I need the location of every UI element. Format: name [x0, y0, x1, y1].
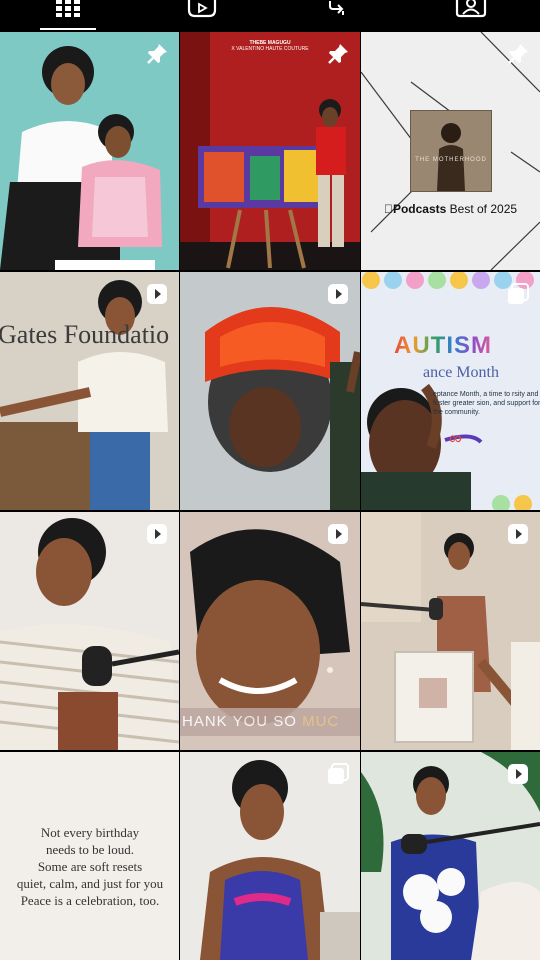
post-tile[interactable] — [361, 512, 540, 750]
pin-icon — [147, 44, 167, 64]
post-tile[interactable] — [361, 752, 540, 960]
wall-signage: Gates Foundatio — [0, 320, 170, 349]
quote-line: Not every birthday — [40, 825, 140, 840]
podcast-brand: Podcasts — [388, 202, 446, 216]
grid-icon — [56, 0, 80, 17]
reel-icon — [508, 524, 528, 544]
reels-icon — [187, 0, 217, 18]
post-tile[interactable]: HANK YOU SO MUC — [180, 512, 360, 750]
video-subtitle-bar: HANK YOU SO MUC — [180, 708, 360, 736]
photo-mother-daughter — [0, 32, 179, 270]
cover-portrait — [437, 123, 465, 191]
pin-icon — [508, 44, 528, 64]
tagged-user-icon — [455, 0, 487, 18]
photo-podcast-laugh — [0, 512, 179, 750]
subtitle-part: HANK YOU SO — [182, 713, 303, 730]
tab-reels[interactable] — [167, 0, 237, 32]
campaign-title-text: AUTISM — [394, 332, 492, 359]
subtitle-highlight: MUC — [302, 713, 340, 730]
photo-ski-goggles — [180, 272, 360, 510]
quote-line: Peace is a celebration, too. — [20, 893, 160, 908]
photo-art-easel — [180, 32, 360, 270]
tab-tagged[interactable] — [436, 0, 506, 32]
quote-line: Some are soft resets — [37, 859, 143, 874]
profile-tab-bar — [0, 0, 540, 32]
post-tile[interactable]: ∞ AUTISM ance Month eptance Month, a tim… — [361, 272, 540, 510]
podcast-cover-art: THE MOTHERHOOD — [410, 110, 492, 192]
reel-icon — [508, 764, 528, 784]
post-tile[interactable] — [0, 32, 179, 270]
tab-reposts[interactable] — [301, 0, 371, 32]
reel-icon — [147, 284, 167, 304]
active-tab-indicator — [40, 28, 96, 30]
caption-subtitle: X VALENTINO HAUTE COUTURE — [231, 46, 309, 52]
reel-icon — [328, 284, 348, 304]
pin-icon — [328, 44, 348, 64]
post-tile[interactable]: THE MOTHERHOOD Podcasts Best of 2025 — [361, 32, 540, 270]
post-tile[interactable] — [180, 272, 360, 510]
quote-line: needs to be loud. — [45, 842, 135, 857]
post-tile[interactable]: Gates Foundatio — [0, 272, 179, 510]
post-tile[interactable] — [0, 512, 179, 750]
photo-podcast-studio — [361, 512, 540, 750]
podcast-award-text: Best of 2025 — [445, 202, 517, 216]
reel-icon — [147, 524, 167, 544]
quote-line: quiet, calm, and just for you — [16, 876, 164, 891]
quote-text: Not every birthday needs to be loud. Som… — [0, 824, 179, 909]
video-subtitle: HANK YOU SO MUC — [180, 713, 360, 730]
post-tile[interactable]: Not every birthday needs to be loud. Som… — [0, 752, 179, 960]
post-tile[interactable] — [180, 752, 360, 960]
svg-text:∞: ∞ — [449, 428, 462, 448]
post-tile[interactable]: THEBE MAGUGU X VALENTINO HAUTE COUTURE — [180, 32, 360, 270]
reel-icon — [328, 524, 348, 544]
campaign-body-text: eptance Month, a time to rsity and foste… — [433, 391, 540, 416]
photo-gates-foundation — [0, 272, 179, 510]
campaign-title: AUTISM — [394, 332, 492, 360]
campaign-subtitle: ance Month — [423, 364, 499, 381]
repost-icon — [329, 1, 344, 15]
carousel-icon — [328, 763, 349, 784]
podcast-award-label: Podcasts Best of 2025 — [361, 202, 540, 216]
carousel-icon — [508, 283, 529, 304]
posts-grid: THEBE MAGUGU X VALENTINO HAUTE COUTURE T… — [0, 32, 540, 960]
podcast-cover-title: THE MOTHERHOOD — [415, 157, 487, 163]
apple-logo-icon:  — [384, 202, 393, 216]
